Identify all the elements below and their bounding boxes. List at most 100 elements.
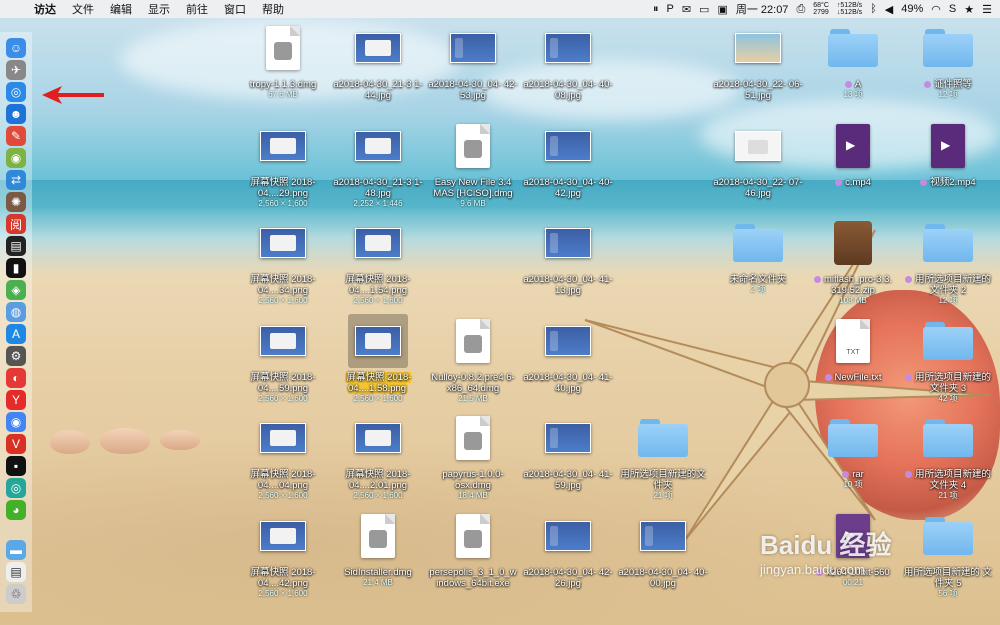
vivaldi-icon[interactable]: V — [6, 434, 26, 454]
system-preferences-icon[interactable]: ⚙ — [6, 346, 26, 366]
android-icon[interactable]: ◉ — [6, 148, 26, 168]
desktop-file-icon[interactable]: 屏幕快照 2018-04....1.58.png 2,560 × 1,600 — [328, 314, 428, 404]
desktop-file-icon[interactable]: rar 10 项 — [803, 411, 903, 490]
file-meta: 2,560 × 1,600 — [353, 394, 403, 403]
printer-icon[interactable]: ⎙ — [796, 3, 805, 16]
contacts-icon[interactable]: ☻ — [6, 104, 26, 124]
desktop-file-icon[interactable]: a2018-04-30_04- 40-00.jpg — [613, 509, 713, 589]
terminal2-icon[interactable]: ▪ — [6, 456, 26, 476]
terminal-icon[interactable]: ▮ — [6, 258, 26, 278]
desktop-file-icon[interactable]: a2018-04-30_04- 40-42.jpg — [518, 119, 618, 199]
desktop-file-icon[interactable]: a2018-04-30_21-3 1-48.jpg 2,252 × 1,446 — [328, 119, 428, 209]
desktop-file-icon[interactable]: 用所选项目新建的 文件夹 5 56 项 — [898, 509, 998, 599]
desktop-file-icon[interactable]: 视频2.mp4 — [898, 119, 998, 188]
desktop-file-icon[interactable]: a2018-04-30_21-3 1-44.jpg — [328, 21, 428, 101]
desktop-file-icon[interactable]: a2018-04-30_04- 41-13.jpg — [518, 216, 618, 296]
menu-view[interactable]: 显示 — [142, 1, 180, 17]
menu-go[interactable]: 前往 — [180, 1, 218, 17]
chrome-icon[interactable]: ◉ — [6, 412, 26, 432]
downloads-folder-icon[interactable]: ▬ — [6, 540, 26, 560]
status-p-icon[interactable]: P — [666, 3, 673, 15]
desktop-file-icon[interactable]: c.mp4 — [803, 119, 903, 188]
airplay-icon[interactable]: ▣ — [717, 3, 727, 16]
bluetooth-icon[interactable]: ᛒ — [870, 3, 877, 15]
maps-icon[interactable]: ◈ — [6, 280, 26, 300]
migration-icon[interactable]: ⇄ — [6, 170, 26, 190]
display-icon[interactable]: ▭ — [699, 3, 709, 16]
desktop-file-icon[interactable]: 屏幕快照 2018-04....1.54.png 2,560 × 1,600 — [328, 216, 428, 306]
network-monitor[interactable]: ↑512B/s ↓512B/s — [837, 2, 862, 16]
wifi-icon[interactable]: ◠ — [931, 3, 941, 16]
desktop-file-icon[interactable]: 屏幕快照 2018-04....59.png 2,560 × 1,600 — [233, 314, 333, 404]
file-name: SidInstaller.dmg — [344, 567, 412, 578]
file-thumbnail — [253, 411, 313, 465]
desktop-file-icon[interactable]: a2018-04-30_22- 06-51.jpg — [708, 21, 808, 101]
file-thumbnail — [538, 314, 598, 368]
desktop-file-icon[interactable]: 屏幕快照 2018-04....42.png 2,560 × 1,600 — [233, 509, 333, 599]
launchpad-icon[interactable]: ✈ — [6, 60, 26, 80]
trash-icon[interactable]: ♲ — [6, 584, 26, 604]
desktop-file-icon[interactable]: 用所选项目新建的 文件夹 3 42 项 — [898, 314, 998, 404]
desktop-file-icon[interactable]: persepolis_3_1_0_w indows_64bit.exe — [423, 509, 523, 589]
desktop-file-icon[interactable]: miflash_pro-3.3. 319.52.zip 108 MB — [803, 216, 903, 306]
activity-monitor-icon[interactable]: ▤ — [6, 236, 26, 256]
reader-icon[interactable]: 阅 — [6, 214, 26, 234]
desktop-file-icon[interactable]: SidInstaller.dmg 21.4 MB — [328, 509, 428, 588]
wechat-status-icon[interactable]: ✉ — [682, 3, 691, 16]
menu-help[interactable]: 帮助 — [256, 1, 294, 17]
menu-edit[interactable]: 编辑 — [104, 1, 142, 17]
file-name: 用所选项目新建的 文件夹 5 — [903, 567, 993, 589]
finder-icon[interactable]: ☺ — [6, 38, 26, 58]
menu-window[interactable]: 窗口 — [218, 1, 256, 17]
netease-music-icon[interactable]: ◐ — [6, 368, 26, 388]
status-pause-icon[interactable]: ⏸ — [653, 3, 659, 16]
yandex-icon[interactable]: Y — [6, 390, 26, 410]
desktop-file-icon[interactable]: 屏幕快照 2018-04....04.png 2,560 × 1,600 — [233, 411, 333, 501]
desktop-file-icon[interactable]: tropy-1.1.3.dmg 67.6 MB — [233, 21, 333, 100]
file-thumbnail — [918, 411, 978, 465]
desktop-file-icon[interactable]: a2018-04-30_04- 41-59.jpg — [518, 411, 618, 491]
documents-stack-icon[interactable]: ▤ — [6, 562, 26, 582]
app-store-icon[interactable]: A — [6, 324, 26, 344]
volume-icon[interactable]: ◀ — [885, 3, 893, 16]
shell-app-icon[interactable]: ✺ — [6, 192, 26, 212]
file-thumbnail — [633, 411, 693, 465]
menu-list-icon[interactable]: ☰ — [982, 3, 992, 16]
desktop-file-icon[interactable]: 证件照等 12 项 — [898, 21, 998, 100]
file-name: tropy-1.1.3.dmg — [249, 79, 317, 90]
shell — [50, 430, 90, 454]
menu-file[interactable]: 文件 — [66, 1, 104, 17]
app-red-icon[interactable]: ✎ — [6, 126, 26, 146]
file-thumbnail — [918, 119, 978, 173]
file-thumbnail — [348, 119, 408, 173]
star-icon[interactable]: ★ — [964, 3, 974, 16]
menu-app-finder[interactable]: 访达 — [28, 1, 66, 17]
clock[interactable]: 周一 22:07 — [736, 1, 789, 17]
browser-icon[interactable]: ◎ — [6, 478, 26, 498]
desktop-file-icon[interactable]: 用所选项目新建的 文件夹 2 12 项 — [898, 216, 998, 306]
desktop-file-icon[interactable]: a2018-04-30_22- 07-46.jpg — [708, 119, 808, 199]
s-app-icon[interactable]: S — [949, 3, 956, 15]
desktop-file-icon[interactable]: 用所选项目新建的 文件夹 4 21 项 — [898, 411, 998, 501]
desktop-file-icon[interactable]: 屏幕快照 2018-04....2.01.png 2,560 × 1,600 — [328, 411, 428, 501]
desktop-file-icon[interactable]: 未命名文件夹 2 项 — [708, 216, 808, 295]
desktop-file-icon[interactable]: a2018-04-30_04- 40-08.jpg — [518, 21, 618, 101]
desktop-file-icon[interactable]: TXT NewFile.txt — [803, 314, 903, 383]
siri-icon[interactable]: ◍ — [6, 302, 26, 322]
desktop-file-icon[interactable]: a2018-04-30_04- 42-26.jpg — [518, 509, 618, 589]
cpu-monitor[interactable]: 68°C 2799 — [813, 2, 829, 16]
file-meta: 21 项 — [938, 491, 958, 500]
desktop-file-icon[interactable]: papyrus-1.0.0- osx.dmg 18.4 MB — [423, 411, 523, 501]
safari-icon[interactable]: ◎ — [6, 82, 26, 102]
battery-percent[interactable]: 49% — [901, 3, 923, 15]
desktop-file-icon[interactable]: a2018-04-30_04- 41-40.jpg — [518, 314, 618, 394]
wechat-icon[interactable]: ◕ — [6, 500, 26, 520]
desktop-file-icon[interactable]: 屏幕快照 2018-04....29.png 2,560 × 1,600 — [233, 119, 333, 209]
desktop-file-icon[interactable]: Easy New File 3.4 MAS [HCiSO].dmg 9.6 MB — [423, 119, 523, 209]
desktop-file-icon[interactable]: Nulloy-0.8.2.pre4 6-x86_64.dmg 21.5 MB — [423, 314, 523, 404]
desktop-file-icon[interactable]: a2018-04-30_04- 42-53.jpg — [423, 21, 523, 101]
desktop-file-icon[interactable]: 用所选项目新建的文 件夹 21 项 — [613, 411, 713, 501]
desktop-file-icon[interactable]: A 13 项 — [803, 21, 903, 100]
desktop-file-icon[interactable]: 屏幕快照 2018-04....34.png 2,560 × 1,600 — [233, 216, 333, 306]
file-meta: 9.6 MB — [460, 199, 486, 208]
